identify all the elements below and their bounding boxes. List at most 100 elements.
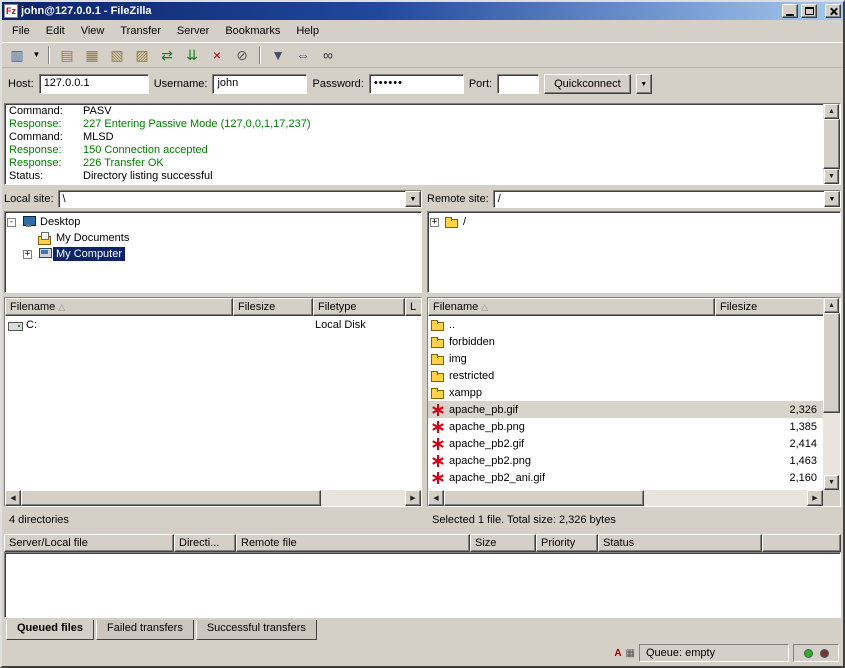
expand-toggle[interactable]: + bbox=[23, 250, 32, 259]
expand-toggle[interactable]: + bbox=[430, 218, 439, 227]
remote-file-row-item[interactable]: .. bbox=[428, 316, 823, 333]
queue-column-header-server-local-file[interactable]: Server/Local file bbox=[4, 534, 174, 552]
disconnect-button[interactable]: ⊘ bbox=[230, 44, 254, 66]
port-input[interactable] bbox=[497, 74, 539, 94]
remote-tree-button[interactable]: ▧ bbox=[105, 44, 129, 66]
quickconnect-button[interactable]: Quickconnect bbox=[544, 74, 631, 94]
process-queue-button[interactable]: ⇊ bbox=[180, 44, 204, 66]
remote-column-header-filename[interactable]: Filename△ bbox=[428, 298, 715, 316]
remote-file-row-forbidden[interactable]: forbidden bbox=[428, 333, 823, 350]
local-tree-button[interactable]: ▦ bbox=[80, 44, 104, 66]
expand-toggle[interactable]: - bbox=[7, 218, 16, 227]
local-tree-item-my-computer[interactable]: +My Computer bbox=[7, 246, 419, 262]
scroll-up-button[interactable]: ▲ bbox=[824, 298, 839, 313]
quickconnect-dropdown-button[interactable]: ▼ bbox=[636, 74, 652, 94]
scroll-down-button[interactable]: ▼ bbox=[824, 475, 839, 490]
title-bar[interactable]: Fz john@127.0.0.1 - FileZilla bbox=[2, 2, 843, 20]
cell-filesize: 2,160 bbox=[715, 472, 823, 484]
remote-hscrollbar[interactable]: ◀ ▶ bbox=[428, 490, 823, 506]
queue-column-header-directi[interactable]: Directi... bbox=[174, 534, 236, 552]
remote-file-row-apache-pb-gif[interactable]: apache_pb.gif2,326 bbox=[428, 401, 823, 418]
local-hscrollbar[interactable]: ◀ ▶ bbox=[5, 490, 421, 506]
remote-file-row-apache-pb2-png[interactable]: apache_pb2.png1,463 bbox=[428, 452, 823, 469]
remote-file-row-apache-pb2-gif[interactable]: apache_pb2.gif2,414 bbox=[428, 435, 823, 452]
filter-button[interactable]: ▼ bbox=[266, 44, 290, 66]
remote-file-row-xampp[interactable]: xampp bbox=[428, 384, 823, 401]
log-scrollbar[interactable]: ▲ ▼ bbox=[823, 104, 840, 184]
password-input[interactable]: •••••• bbox=[369, 74, 464, 94]
local-column-header-filetype[interactable]: Filetype bbox=[313, 298, 405, 316]
tab-failed-transfers[interactable]: Failed transfers bbox=[96, 620, 194, 640]
column-label: Filesize bbox=[720, 301, 757, 313]
remote-file-row-restricted[interactable]: restricted bbox=[428, 367, 823, 384]
message-log-button[interactable]: ▤ bbox=[55, 44, 79, 66]
scroll-right-button[interactable]: ▶ bbox=[405, 490, 421, 506]
scroll-left-button[interactable]: ◀ bbox=[5, 490, 21, 506]
local-column-header-l[interactable]: L bbox=[405, 298, 421, 316]
site-manager-dropdown-button[interactable]: ▼ bbox=[30, 44, 43, 66]
scroll-right-button[interactable]: ▶ bbox=[807, 490, 823, 506]
log-label: Command: bbox=[9, 131, 83, 144]
local-site-combobox[interactable]: \ ▼ bbox=[58, 190, 422, 208]
scroll-thumb[interactable] bbox=[444, 490, 644, 506]
queue-view-button[interactable]: ▨ bbox=[130, 44, 154, 66]
local-column-header-filesize[interactable]: Filesize bbox=[233, 298, 313, 316]
log-text: 226 Transfer OK bbox=[83, 157, 164, 170]
app-icon[interactable]: Fz bbox=[4, 4, 18, 18]
message-log: Command:PASVResponse:227 Entering Passiv… bbox=[4, 103, 841, 185]
cell-filename: apache_pb2.gif bbox=[428, 437, 715, 451]
scroll-track[interactable] bbox=[823, 119, 840, 169]
menu-item-view[interactable]: View bbox=[73, 22, 113, 40]
find-button[interactable]: ∞ bbox=[316, 44, 340, 66]
cell-filename: forbidden bbox=[428, 335, 715, 349]
filename-text: forbidden bbox=[449, 336, 495, 348]
menu-item-bookmarks[interactable]: Bookmarks bbox=[217, 22, 288, 40]
scroll-thumb[interactable] bbox=[21, 490, 321, 506]
queue-column-header-remote-file[interactable]: Remote file bbox=[236, 534, 470, 552]
host-input[interactable]: 127.0.0.1 bbox=[39, 74, 149, 94]
remote-tree-item-item[interactable]: +/ bbox=[430, 214, 838, 230]
scroll-down-button[interactable]: ▼ bbox=[824, 169, 839, 184]
local-file-row-c[interactable]: C:Local Disk bbox=[5, 316, 421, 333]
remote-column-header-filesize[interactable]: Filesize bbox=[715, 298, 823, 316]
cell-filename: img bbox=[428, 352, 715, 366]
queue-column-header-priority[interactable]: Priority bbox=[536, 534, 598, 552]
scroll-track[interactable] bbox=[21, 490, 405, 506]
local-tree-item-desktop[interactable]: -Desktop bbox=[7, 214, 419, 230]
maximize-button[interactable] bbox=[801, 4, 817, 18]
log-label: Command: bbox=[9, 105, 83, 118]
remote-file-row-apache-pb2-ani-gif[interactable]: apache_pb2_ani.gif2,160 bbox=[428, 469, 823, 486]
refresh-button[interactable]: ⇄ bbox=[155, 44, 179, 66]
menu-item-help[interactable]: Help bbox=[288, 22, 327, 40]
combo-dropdown-button[interactable]: ▼ bbox=[824, 191, 840, 207]
cancel-button[interactable]: × bbox=[205, 44, 229, 66]
remote-vscrollbar[interactable]: ▲ ▼ bbox=[823, 298, 840, 506]
scroll-thumb[interactable] bbox=[823, 119, 840, 169]
menu-item-transfer[interactable]: Transfer bbox=[112, 22, 169, 40]
scroll-up-button[interactable]: ▲ bbox=[824, 104, 839, 119]
site-manager-button[interactable]: ▥ bbox=[5, 44, 29, 66]
scroll-track[interactable] bbox=[823, 313, 840, 475]
compare-button[interactable]: ⇔ bbox=[291, 44, 315, 66]
queue-column-header-size[interactable]: Size bbox=[470, 534, 536, 552]
remote-file-row-apache-pb-png[interactable]: apache_pb.png1,385 bbox=[428, 418, 823, 435]
username-input[interactable]: john bbox=[212, 74, 307, 94]
scroll-thumb[interactable] bbox=[823, 313, 840, 413]
local-tree-item-my-documents[interactable]: My Documents bbox=[7, 230, 419, 246]
scroll-track[interactable] bbox=[444, 490, 807, 506]
remote-file-row-img[interactable]: img bbox=[428, 350, 823, 367]
local-column-header-filename[interactable]: Filename△ bbox=[5, 298, 233, 316]
combo-dropdown-button[interactable]: ▼ bbox=[405, 191, 421, 207]
queue-column-header-status[interactable]: Status bbox=[598, 534, 762, 552]
minimize-button[interactable] bbox=[782, 4, 798, 18]
menu-item-file[interactable]: File bbox=[4, 22, 38, 40]
remote-site-combobox[interactable]: / ▼ bbox=[493, 190, 841, 208]
close-button[interactable] bbox=[825, 4, 841, 18]
menu-item-server[interactable]: Server bbox=[169, 22, 217, 40]
scroll-left-button[interactable]: ◀ bbox=[428, 490, 444, 506]
log-text: Directory listing successful bbox=[83, 170, 213, 183]
filezilla-window: Fz john@127.0.0.1 - FileZilla FileEditVi… bbox=[0, 0, 845, 668]
menu-item-edit[interactable]: Edit bbox=[38, 22, 73, 40]
tab-successful-transfers[interactable]: Successful transfers bbox=[196, 620, 317, 640]
tab-queued-files[interactable]: Queued files bbox=[6, 620, 94, 640]
